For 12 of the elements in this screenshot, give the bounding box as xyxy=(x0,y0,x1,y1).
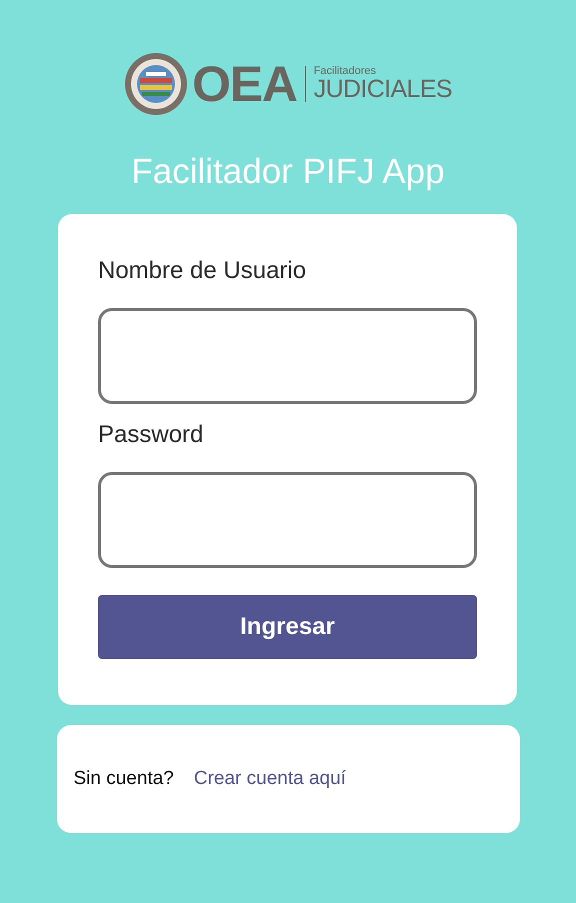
login-button[interactable]: Ingresar xyxy=(98,594,477,659)
field-label: Password xyxy=(98,420,204,450)
logo-name: JUDICIALES xyxy=(314,77,452,102)
app-title: Facilitador PIFJ App xyxy=(131,151,445,193)
input-field[interactable] xyxy=(98,472,477,568)
create-account-link[interactable]: Crear cuenta aquí xyxy=(194,764,346,793)
input-field[interactable] xyxy=(98,308,477,404)
logo-mark: OEA xyxy=(192,59,297,109)
logo-subtitle: Facilitadores xyxy=(314,66,378,77)
signup-prompt: Sin cuenta? xyxy=(74,766,174,790)
seal-icon xyxy=(124,52,188,116)
field-label: Nombre de Usuario xyxy=(98,256,308,286)
